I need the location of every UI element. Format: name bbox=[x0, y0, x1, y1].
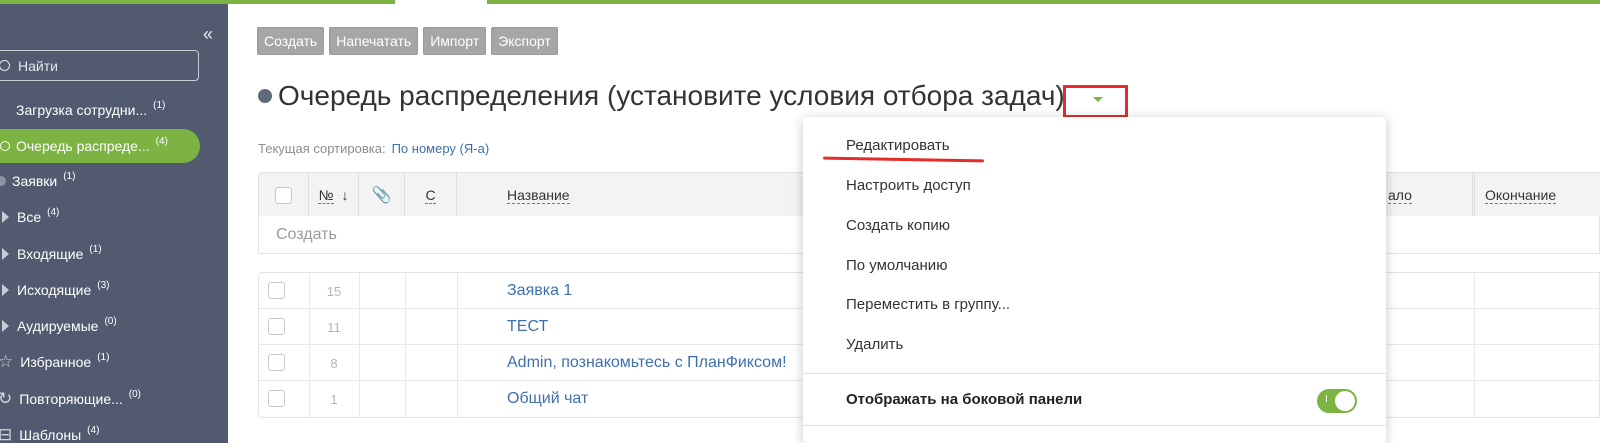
menu-item-copy[interactable]: Создать копию bbox=[846, 217, 950, 234]
sidebar-item-workload[interactable]: Загрузка сотрудни... (1) bbox=[16, 93, 165, 127]
row-checkbox[interactable] bbox=[268, 318, 285, 335]
toolbar: Создать Напечатать Импорт Экспорт bbox=[257, 27, 558, 55]
sidebar-item-all[interactable]: Все (4) bbox=[2, 200, 59, 234]
header-c[interactable]: С bbox=[405, 173, 457, 217]
expand-icon[interactable] bbox=[2, 248, 9, 260]
template-icon: ⊟ bbox=[0, 425, 13, 443]
top-tab-gap bbox=[395, 0, 487, 4]
row-number: 1 bbox=[330, 391, 338, 407]
menu-item-move[interactable]: Переместить в группу... bbox=[846, 296, 1010, 313]
sidebar-item-label: Шаблоны bbox=[19, 427, 82, 443]
row-name-link[interactable]: Admin, познакомьтесь с ПланФиксом! bbox=[507, 345, 787, 381]
sidebar-search[interactable]: Найти bbox=[0, 50, 199, 81]
toggle-knob bbox=[1335, 391, 1355, 411]
expand-icon[interactable] bbox=[2, 320, 9, 332]
menu-item-access[interactable]: Настроить доступ bbox=[846, 177, 971, 194]
create-button[interactable]: Создать bbox=[257, 27, 325, 55]
search-label: Найти bbox=[18, 57, 58, 74]
menu-item-edit[interactable]: Редактировать bbox=[846, 137, 950, 154]
header-number-label: № bbox=[318, 186, 334, 204]
sidebar-item-favorites[interactable]: ☆ Избранное (1) bbox=[0, 345, 109, 379]
export-button[interactable]: Экспорт bbox=[491, 27, 558, 55]
page-heading: Очередь распределения (установите услови… bbox=[258, 80, 1065, 112]
sort-label: Текущая сортировка: bbox=[258, 141, 386, 156]
paperclip-icon: 📎 bbox=[371, 187, 392, 204]
header-c-label: С bbox=[425, 186, 436, 204]
sidebar-item-count: (0) bbox=[128, 388, 142, 400]
sidebar-item-audited[interactable]: Аудируемые (0) bbox=[2, 309, 117, 343]
show-in-sidebar-toggle[interactable]: I bbox=[1317, 389, 1357, 413]
sidebar-item-count: (4) bbox=[47, 206, 60, 218]
star-icon: ☆ bbox=[0, 352, 14, 371]
sort-arrow-icon: ↓ bbox=[341, 187, 349, 203]
row-checkbox[interactable] bbox=[268, 390, 285, 407]
sidebar-item-label: Аудируемые bbox=[17, 318, 99, 334]
current-sort: Текущая сортировка: По номеру (Я-а) bbox=[258, 141, 489, 156]
sidebar-item-label: Все bbox=[17, 209, 42, 225]
sidebar-item-label: Входящие bbox=[17, 246, 84, 262]
sidebar-item-label: Повторяющие... bbox=[19, 391, 123, 407]
collapse-sidebar-icon[interactable]: « bbox=[203, 24, 213, 45]
menu-divider bbox=[803, 373, 1386, 374]
sidebar-item-count: (1) bbox=[89, 243, 102, 255]
sidebar-item-count: (3) bbox=[97, 279, 110, 291]
status-dot-icon bbox=[258, 89, 272, 103]
print-button[interactable]: Напечатать bbox=[329, 27, 419, 55]
header-name-label: Название bbox=[507, 186, 570, 204]
row-number: 8 bbox=[330, 355, 338, 371]
menu-item-delete[interactable]: Удалить bbox=[846, 336, 903, 353]
row-name-link[interactable]: Общий чат bbox=[507, 381, 588, 417]
toggle-on-mark: I bbox=[1325, 394, 1328, 405]
page-title: Очередь распределения (установите услови… bbox=[278, 80, 1065, 111]
sidebar-item-label: Исходящие bbox=[17, 282, 92, 298]
menu-divider bbox=[803, 425, 1386, 426]
header-end-label: Окончание bbox=[1485, 186, 1557, 204]
sidebar-item-outgoing[interactable]: Исходящие (3) bbox=[2, 273, 110, 307]
sidebar-item-count: (4) bbox=[155, 135, 168, 147]
sidebar-item-recurring[interactable]: ↻ Повторяющие... (0) bbox=[0, 382, 141, 416]
sidebar-item-queue[interactable]: Очередь распреде... (4) bbox=[0, 129, 200, 163]
sidebar-item-requests[interactable]: Заявки (1) bbox=[0, 164, 75, 198]
header-end[interactable]: Окончание bbox=[1474, 173, 1600, 217]
sidebar-item-count: (1) bbox=[97, 351, 110, 363]
sidebar-item-count: (4) bbox=[87, 424, 100, 436]
sidebar-item-label: Заявки bbox=[12, 173, 58, 189]
header-start-label: ало bbox=[1388, 186, 1412, 204]
row-name-link[interactable]: Заявка 1 bbox=[507, 273, 572, 309]
sidebar-item-label: Очередь распреде... bbox=[16, 138, 150, 154]
row-checkbox[interactable] bbox=[268, 282, 285, 299]
sidebar-item-label: Загрузка сотрудни... bbox=[16, 102, 148, 118]
expand-icon[interactable] bbox=[2, 284, 9, 296]
sidebar-item-count: (0) bbox=[104, 315, 117, 327]
header-attachments[interactable]: 📎 bbox=[359, 173, 405, 217]
header-start[interactable]: ало bbox=[1374, 173, 1474, 217]
sidebar-item-label: Избранное bbox=[20, 354, 92, 370]
row-name-link[interactable]: ТЕСТ bbox=[507, 309, 548, 345]
header-select-all bbox=[259, 173, 309, 217]
search-icon bbox=[0, 60, 10, 71]
dot-icon bbox=[0, 176, 6, 186]
sidebar-item-count: (1) bbox=[153, 99, 166, 111]
quick-create-placeholder: Создать bbox=[276, 225, 337, 243]
row-number: 15 bbox=[326, 283, 342, 299]
import-button[interactable]: Импорт bbox=[423, 27, 487, 55]
repeat-icon: ↻ bbox=[0, 389, 13, 408]
row-checkbox[interactable] bbox=[268, 354, 285, 371]
sidebar-item-templates[interactable]: ⊟ Шаблоны (4) bbox=[0, 418, 99, 443]
header-number[interactable]: № ↓ bbox=[309, 173, 359, 217]
sidebar: « Найти Загрузка сотрудни... (1) Очередь … bbox=[0, 4, 228, 443]
circle-icon bbox=[0, 141, 10, 151]
chevron-down-icon[interactable] bbox=[1093, 97, 1103, 102]
filter-context-menu: Редактировать Настроить доступ Создать к… bbox=[803, 117, 1386, 443]
row-number: 11 bbox=[327, 319, 341, 335]
top-accent-bar bbox=[0, 0, 1600, 4]
sidebar-item-count: (1) bbox=[63, 170, 76, 182]
select-all-checkbox[interactable] bbox=[275, 186, 292, 204]
sort-value-link[interactable]: По номеру (Я-а) bbox=[392, 141, 490, 156]
expand-icon[interactable] bbox=[2, 211, 9, 223]
sidebar-item-incoming[interactable]: Входящие (1) bbox=[2, 237, 102, 271]
show-in-sidebar-label: Отображать на боковой панели bbox=[846, 391, 1083, 408]
menu-item-default[interactable]: По умолчанию bbox=[846, 257, 947, 274]
